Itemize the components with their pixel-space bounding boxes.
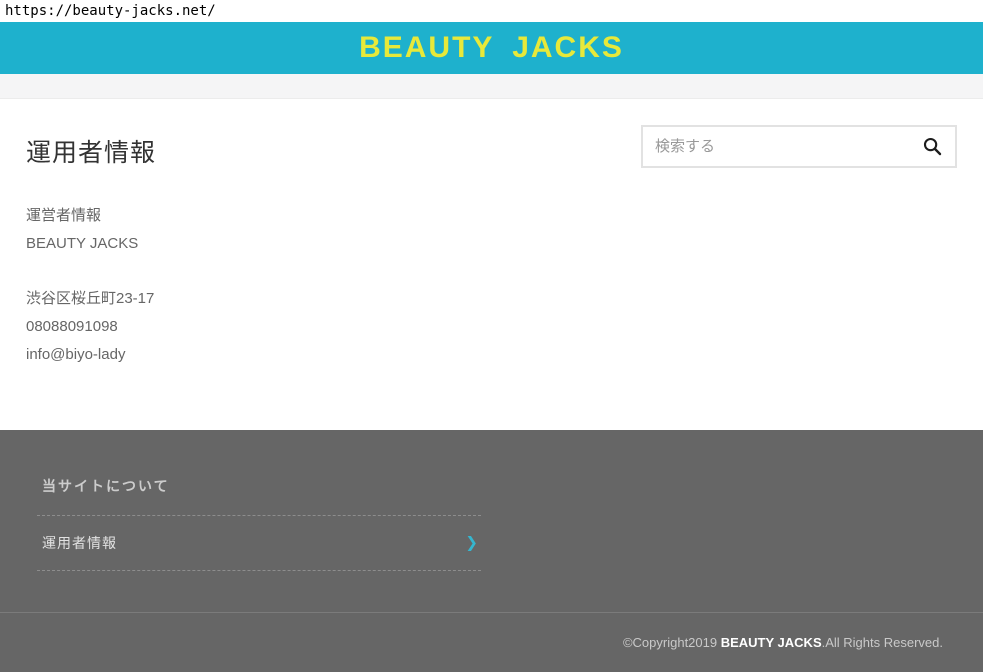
- browser-address-bar[interactable]: https://beauty-jacks.net/: [0, 0, 983, 22]
- copyright-brand: BEAUTY JACKS: [721, 635, 822, 650]
- footer-menu: 運用者情報 ❯: [37, 515, 481, 571]
- footer-link-operator-info[interactable]: 運用者情報: [42, 535, 117, 551]
- chevron-right-icon: ❯: [465, 534, 478, 552]
- info-line: 渋谷区桜丘町23-17: [26, 290, 154, 307]
- site-header: BEAUTY JACKS: [0, 22, 983, 74]
- main-content: 運用者情報 運営者情報 BEAUTY JACKS 渋谷区桜丘町23-17 080…: [0, 99, 983, 430]
- footer-menu-item[interactable]: 運用者情報 ❯: [37, 515, 481, 571]
- page-title: 運用者情報: [26, 133, 156, 169]
- search-icon: [923, 137, 942, 156]
- copyright-suffix: .All Rights Reserved.: [822, 635, 943, 650]
- search-box: [641, 125, 957, 168]
- info-block: 渋谷区桜丘町23-17 08088091098 info@biyo-lady: [26, 285, 957, 369]
- footer-widget-title: 当サイトについて: [42, 476, 481, 496]
- site-footer: 当サイトについて 運用者情報 ❯ ©Copyright2019 BEAUTY J…: [0, 430, 983, 672]
- copyright-text: ©Copyright2019 BEAUTY JACKS.All Rights R…: [623, 635, 943, 650]
- footer-widgets: 当サイトについて 運用者情報 ❯: [0, 430, 983, 612]
- site-logo[interactable]: BEAUTY JACKS: [359, 31, 624, 65]
- info-line: 08088091098: [26, 318, 118, 335]
- search-input[interactable]: [643, 137, 917, 156]
- info-line: BEAUTY JACKS: [26, 235, 138, 252]
- content-header-row: 運用者情報: [26, 99, 957, 169]
- info-line: 運営者情報: [26, 207, 101, 224]
- browser-url-text: https://beauty-jacks.net/: [5, 3, 216, 19]
- footer-widget-about: 当サイトについて 運用者情報 ❯: [37, 476, 481, 571]
- info-line: info@biyo-lady: [26, 346, 125, 363]
- operator-info: 運営者情報 BEAUTY JACKS 渋谷区桜丘町23-17 080880910…: [26, 202, 957, 369]
- footer-copyright-bar: ©Copyright2019 BEAUTY JACKS.All Rights R…: [0, 612, 983, 672]
- search-button[interactable]: [917, 137, 955, 156]
- copyright-prefix: ©Copyright2019: [623, 635, 721, 650]
- info-block: 運営者情報 BEAUTY JACKS: [26, 202, 957, 258]
- header-subbar: [0, 74, 983, 99]
